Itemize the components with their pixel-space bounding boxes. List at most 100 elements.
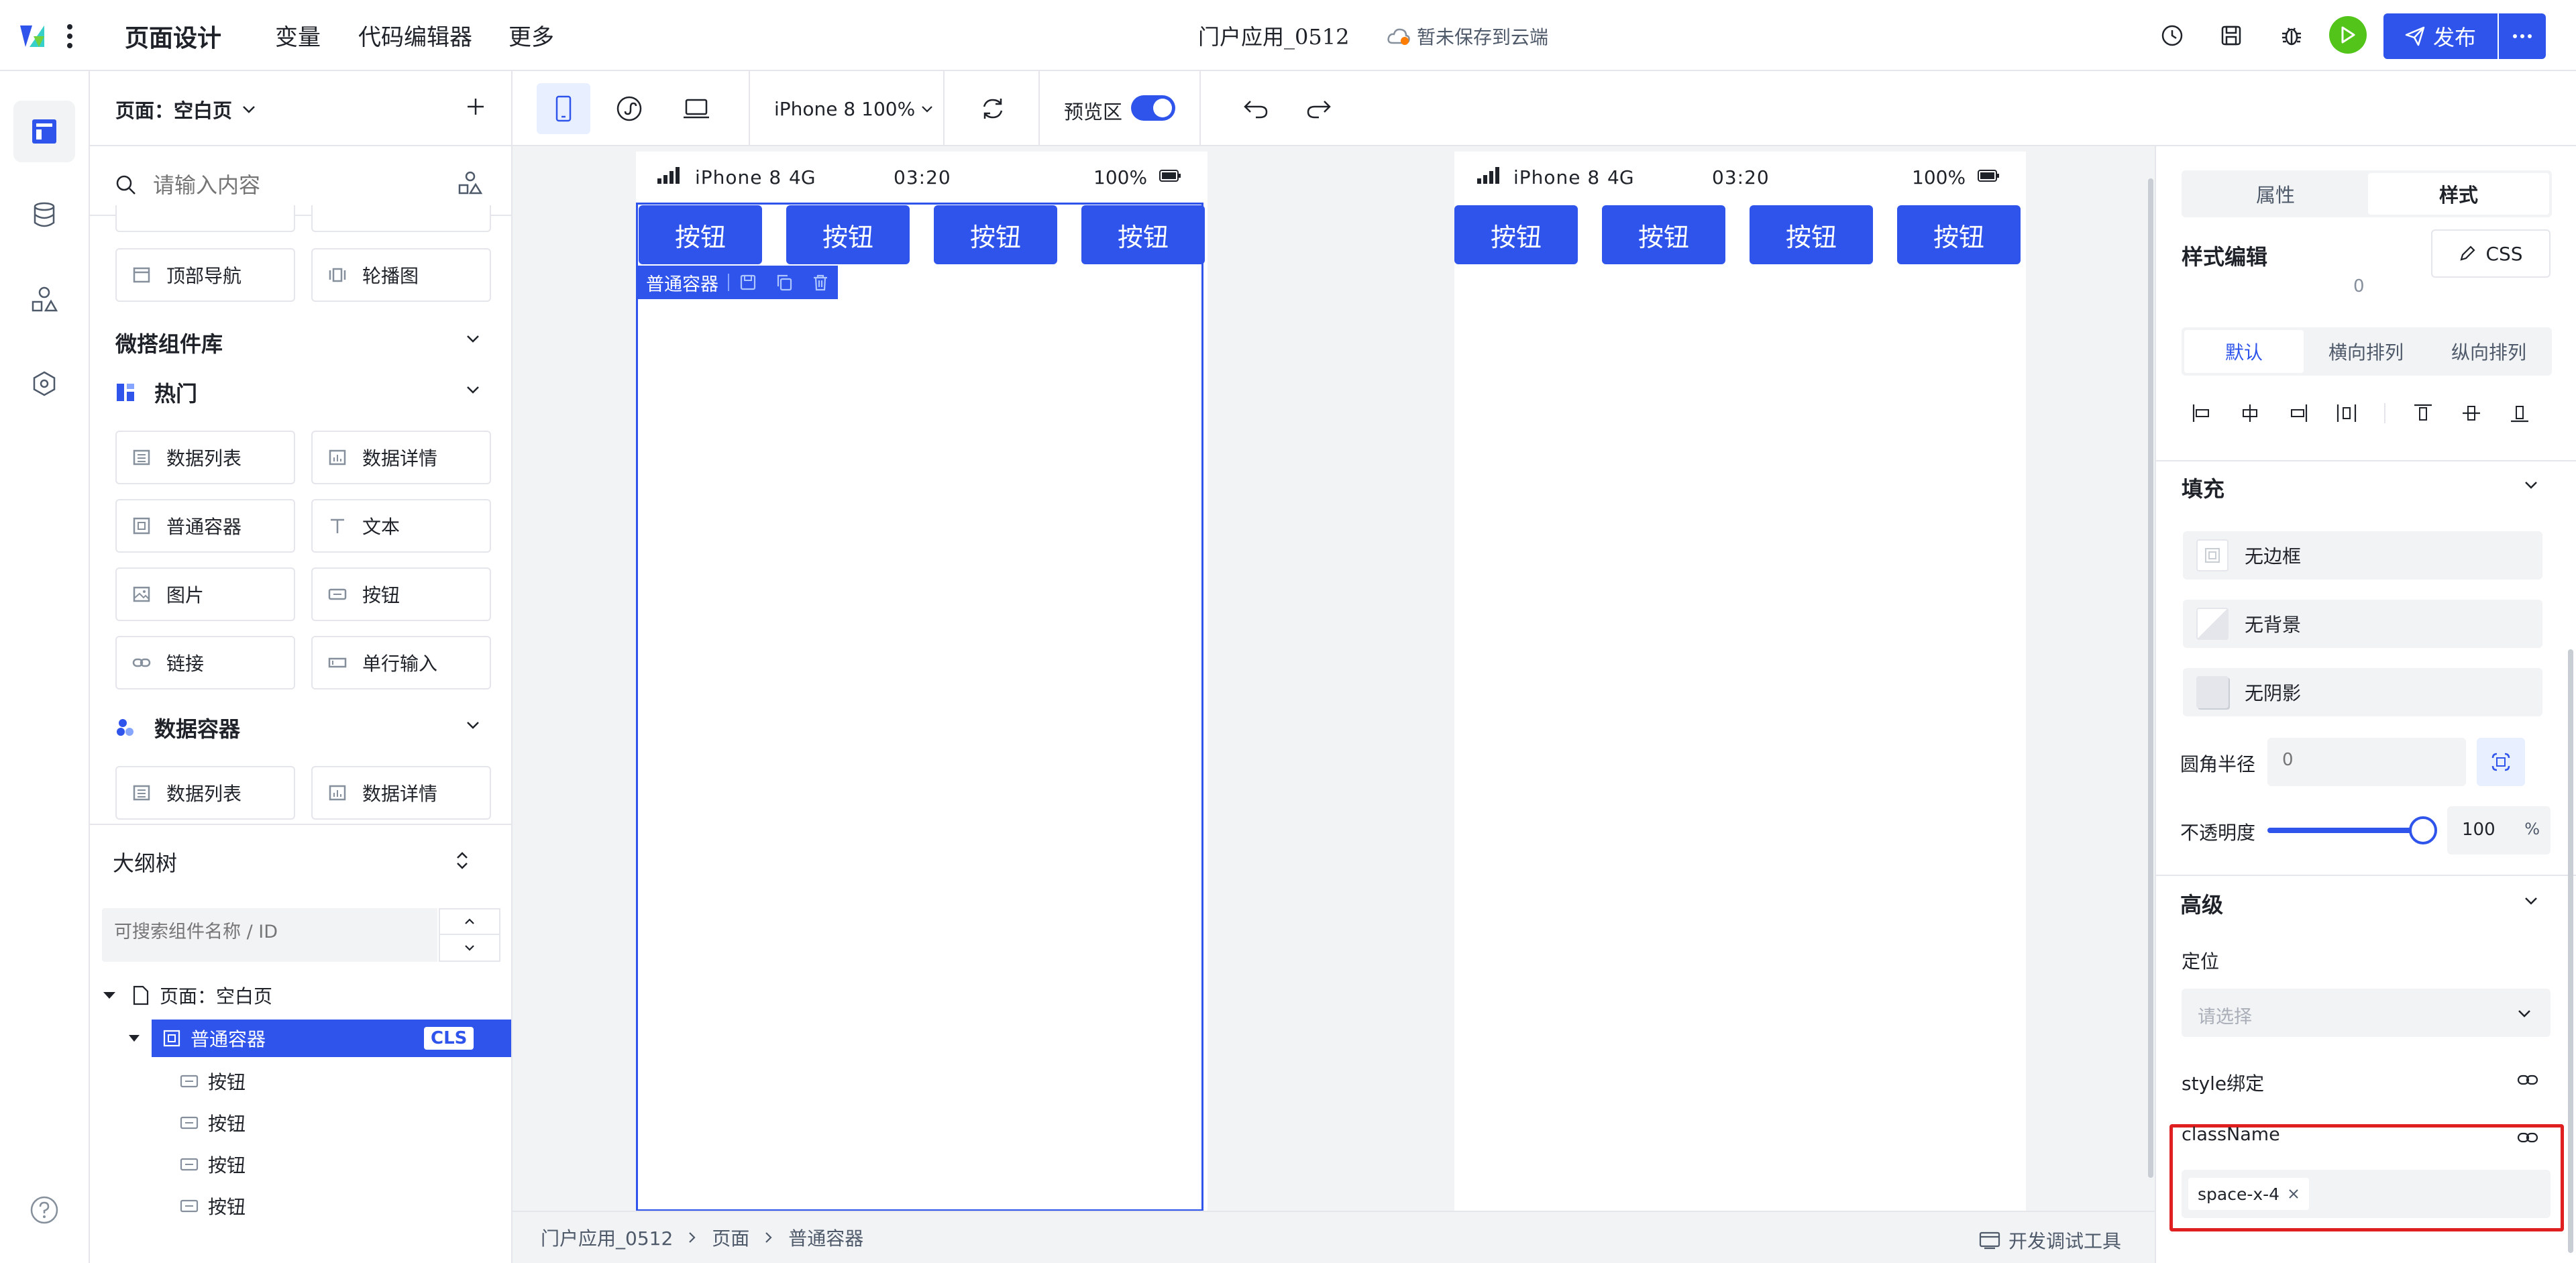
classname-input[interactable]: space-x-4 <box>2182 1170 2551 1218</box>
refresh-button[interactable] <box>974 90 1012 127</box>
tab-styles[interactable]: 样式 <box>2368 173 2549 215</box>
component-search[interactable] <box>115 165 451 205</box>
selected-container-outline[interactable] <box>636 203 1203 1211</box>
tab-properties[interactable]: 属性 <box>2184 173 2367 215</box>
data-container-section-header[interactable]: 数据容器 <box>115 712 240 743</box>
preview-toggle[interactable] <box>1131 95 1175 121</box>
align-bottom-icon[interactable] <box>2509 402 2530 424</box>
canvas-button-4[interactable]: 按钮 <box>1081 205 1205 264</box>
css-button[interactable]: CSS <box>2431 229 2551 278</box>
debug-bug-icon[interactable] <box>2273 17 2310 54</box>
outline-nav-stepper[interactable] <box>439 908 500 962</box>
comp-image[interactable]: 图片 <box>115 567 295 621</box>
shadow-setting[interactable]: 无阴影 <box>2183 668 2542 716</box>
weda-logo[interactable] <box>17 20 58 51</box>
background-setting[interactable]: 无背景 <box>2183 600 2542 648</box>
component-filter-icon[interactable] <box>458 170 483 196</box>
outline-search-input[interactable] <box>114 922 423 942</box>
classname-bind-link-icon[interactable] <box>2517 1130 2538 1146</box>
radius-individual-button[interactable] <box>2477 738 2525 786</box>
rail-data-button[interactable] <box>13 184 75 245</box>
device-size-select[interactable]: iPhone 8 100% <box>774 98 934 120</box>
comp-card-partial[interactable] <box>115 205 295 232</box>
comp-data-list[interactable]: 数据列表 <box>115 431 295 484</box>
tree-node-button[interactable]: 按钮 <box>180 1104 246 1142</box>
comp-link[interactable]: 链接 <box>115 636 295 690</box>
next-match-icon[interactable] <box>440 935 499 960</box>
style-bind-link-icon[interactable] <box>2517 1072 2538 1088</box>
delete-icon[interactable] <box>811 273 830 292</box>
opacity-slider-handle[interactable] <box>2409 816 2437 844</box>
device-desktop-button[interactable] <box>678 90 715 127</box>
canvas-button-2[interactable]: 按钮 <box>786 205 910 264</box>
rail-settings-button[interactable] <box>13 353 75 415</box>
data-container-collapse-icon[interactable] <box>466 720 480 730</box>
rail-components-button[interactable] <box>13 268 75 330</box>
spacing-value[interactable]: 0 <box>2353 276 2365 296</box>
canvas-button-3[interactable]: 按钮 <box>934 205 1057 264</box>
border-setting[interactable]: 无边框 <box>2183 531 2542 580</box>
fill-collapse-icon[interactable] <box>2524 480 2538 490</box>
history-icon[interactable] <box>2153 17 2191 54</box>
tree-node-caret[interactable] <box>127 1020 141 1057</box>
canvas-button-1[interactable]: 按钮 <box>639 205 762 264</box>
device-mobile-button[interactable] <box>537 83 590 134</box>
panel-scrollbar[interactable] <box>2568 649 2573 1253</box>
comp-text[interactable]: 文本 <box>311 499 491 553</box>
undo-button[interactable] <box>1237 90 1275 127</box>
comp-carousel[interactable]: 轮播图 <box>311 248 491 302</box>
opacity-slider[interactable] <box>2267 816 2437 844</box>
comp-input[interactable]: 单行输入 <box>311 636 491 690</box>
library-collapse-icon[interactable] <box>466 334 480 343</box>
copy-icon[interactable] <box>775 273 794 292</box>
position-select[interactable]: 请选择 <box>2182 989 2551 1037</box>
breadcrumb-container[interactable]: 普通容器 <box>788 1224 863 1251</box>
hot-section-header[interactable]: 热门 <box>115 377 197 408</box>
comp-data-detail[interactable]: 数据详情 <box>311 766 491 820</box>
rail-pages-button[interactable] <box>13 101 75 162</box>
preview-button-1[interactable]: 按钮 <box>1454 205 1578 264</box>
tree-node-button[interactable]: 按钮 <box>180 1062 246 1100</box>
outline-search[interactable] <box>102 908 437 962</box>
breadcrumb-app[interactable]: 门户应用_0512 <box>541 1224 673 1251</box>
run-preview-button[interactable] <box>2329 16 2367 54</box>
opacity-field[interactable]: 100 % <box>2447 806 2551 855</box>
app-menu-icon[interactable] <box>66 23 74 50</box>
tab-variables[interactable]: 变量 <box>275 19 321 52</box>
preview-button-4[interactable]: 按钮 <box>1897 205 2021 264</box>
layout-default[interactable]: 默认 <box>2184 330 2304 373</box>
tab-more[interactable]: 更多 <box>508 19 554 52</box>
save-icon[interactable] <box>2212 17 2250 54</box>
distribute-h-icon[interactable] <box>2336 402 2357 424</box>
advanced-collapse-icon[interactable] <box>2524 896 2538 905</box>
layout-vertical[interactable]: 纵向排列 <box>2428 330 2549 373</box>
add-page-icon[interactable] <box>466 97 486 117</box>
radius-input[interactable] <box>2282 750 2450 770</box>
comp-top-nav[interactable]: 顶部导航 <box>115 248 295 302</box>
save-as-icon[interactable] <box>739 273 757 292</box>
preview-button-3[interactable]: 按钮 <box>1750 205 1873 264</box>
tab-code-editor[interactable]: 代码编辑器 <box>358 19 472 52</box>
preview-button-2[interactable]: 按钮 <box>1602 205 1725 264</box>
align-top-icon[interactable] <box>2412 402 2434 424</box>
tree-node-button[interactable]: 按钮 <box>180 1187 246 1225</box>
comp-data-list[interactable]: 数据列表 <box>115 766 295 820</box>
prev-match-icon[interactable] <box>440 910 499 935</box>
publish-button[interactable]: 发布 <box>2383 13 2498 59</box>
layout-horizontal[interactable]: 横向排列 <box>2306 330 2426 373</box>
page-selector[interactable]: 页面：空白页 <box>115 95 256 123</box>
publish-more-button[interactable] <box>2499 13 2546 59</box>
tree-node-container-selected[interactable]: 普通容器 CLS <box>152 1020 511 1057</box>
align-center-h-icon[interactable] <box>2239 402 2261 424</box>
tab-page-design[interactable]: 页面设计 <box>125 19 221 54</box>
align-left-icon[interactable] <box>2191 402 2212 424</box>
help-button[interactable] <box>13 1179 75 1241</box>
outline-collapse-icon[interactable] <box>452 849 472 872</box>
align-middle-v-icon[interactable] <box>2461 402 2482 424</box>
tree-node-button[interactable]: 按钮 <box>180 1146 246 1183</box>
comp-card-partial[interactable] <box>311 205 491 232</box>
comp-data-detail[interactable]: 数据详情 <box>311 431 491 484</box>
devtools-button[interactable]: 开发调试工具 <box>1979 1227 2121 1254</box>
breadcrumb-page[interactable]: 页面 <box>712 1224 749 1251</box>
align-right-icon[interactable] <box>2288 402 2309 424</box>
